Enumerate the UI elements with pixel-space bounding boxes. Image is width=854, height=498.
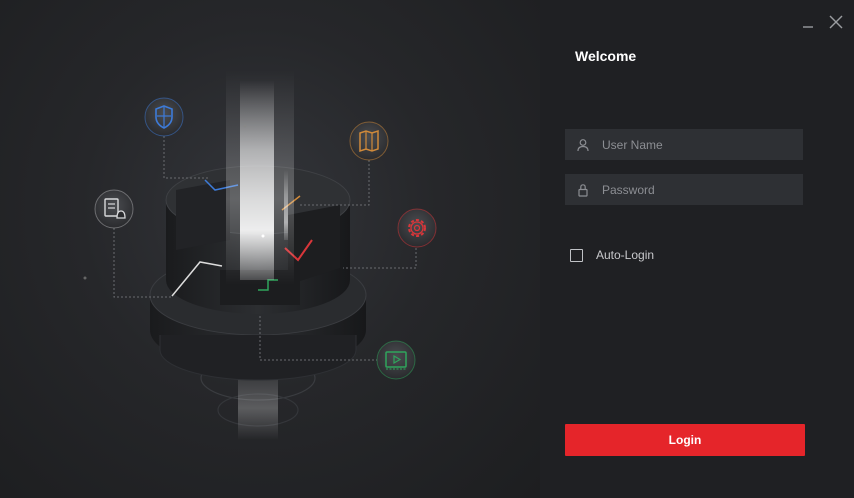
login-panel: Welcome Auto-Login Login [540,0,854,498]
minimize-button[interactable] [798,12,818,32]
shield-icon [144,97,184,137]
welcome-title: Welcome [575,48,637,64]
connector-shield [163,132,210,179]
connector-gear [343,248,417,269]
block-left [176,180,230,250]
username-input[interactable] [600,130,802,159]
password-input[interactable] [600,175,802,204]
illustration-panel [0,0,540,498]
close-button[interactable] [826,12,846,32]
hero-illustration [83,70,437,440]
auto-login-label: Auto-Login [596,248,655,262]
auto-login-checkbox[interactable] [570,248,583,262]
auto-login-option[interactable]: Auto-Login [570,248,654,262]
document-alarm-icon [94,189,134,229]
close-icon [829,15,843,29]
lock-icon [566,174,600,205]
settings-gear-icon [397,208,437,248]
minimize-icon [803,26,813,28]
base-bottom [159,335,357,381]
sparkle [83,276,87,280]
password-field[interactable] [565,174,803,205]
user-icon [566,129,600,160]
beam-core [240,80,274,280]
map-icon [349,121,389,161]
sparkle [243,124,247,128]
username-field[interactable] [565,129,803,160]
beam-streak [284,170,288,240]
sparkle [261,234,265,238]
login-button[interactable]: Login [565,424,805,456]
video-playback-icon [376,340,416,380]
